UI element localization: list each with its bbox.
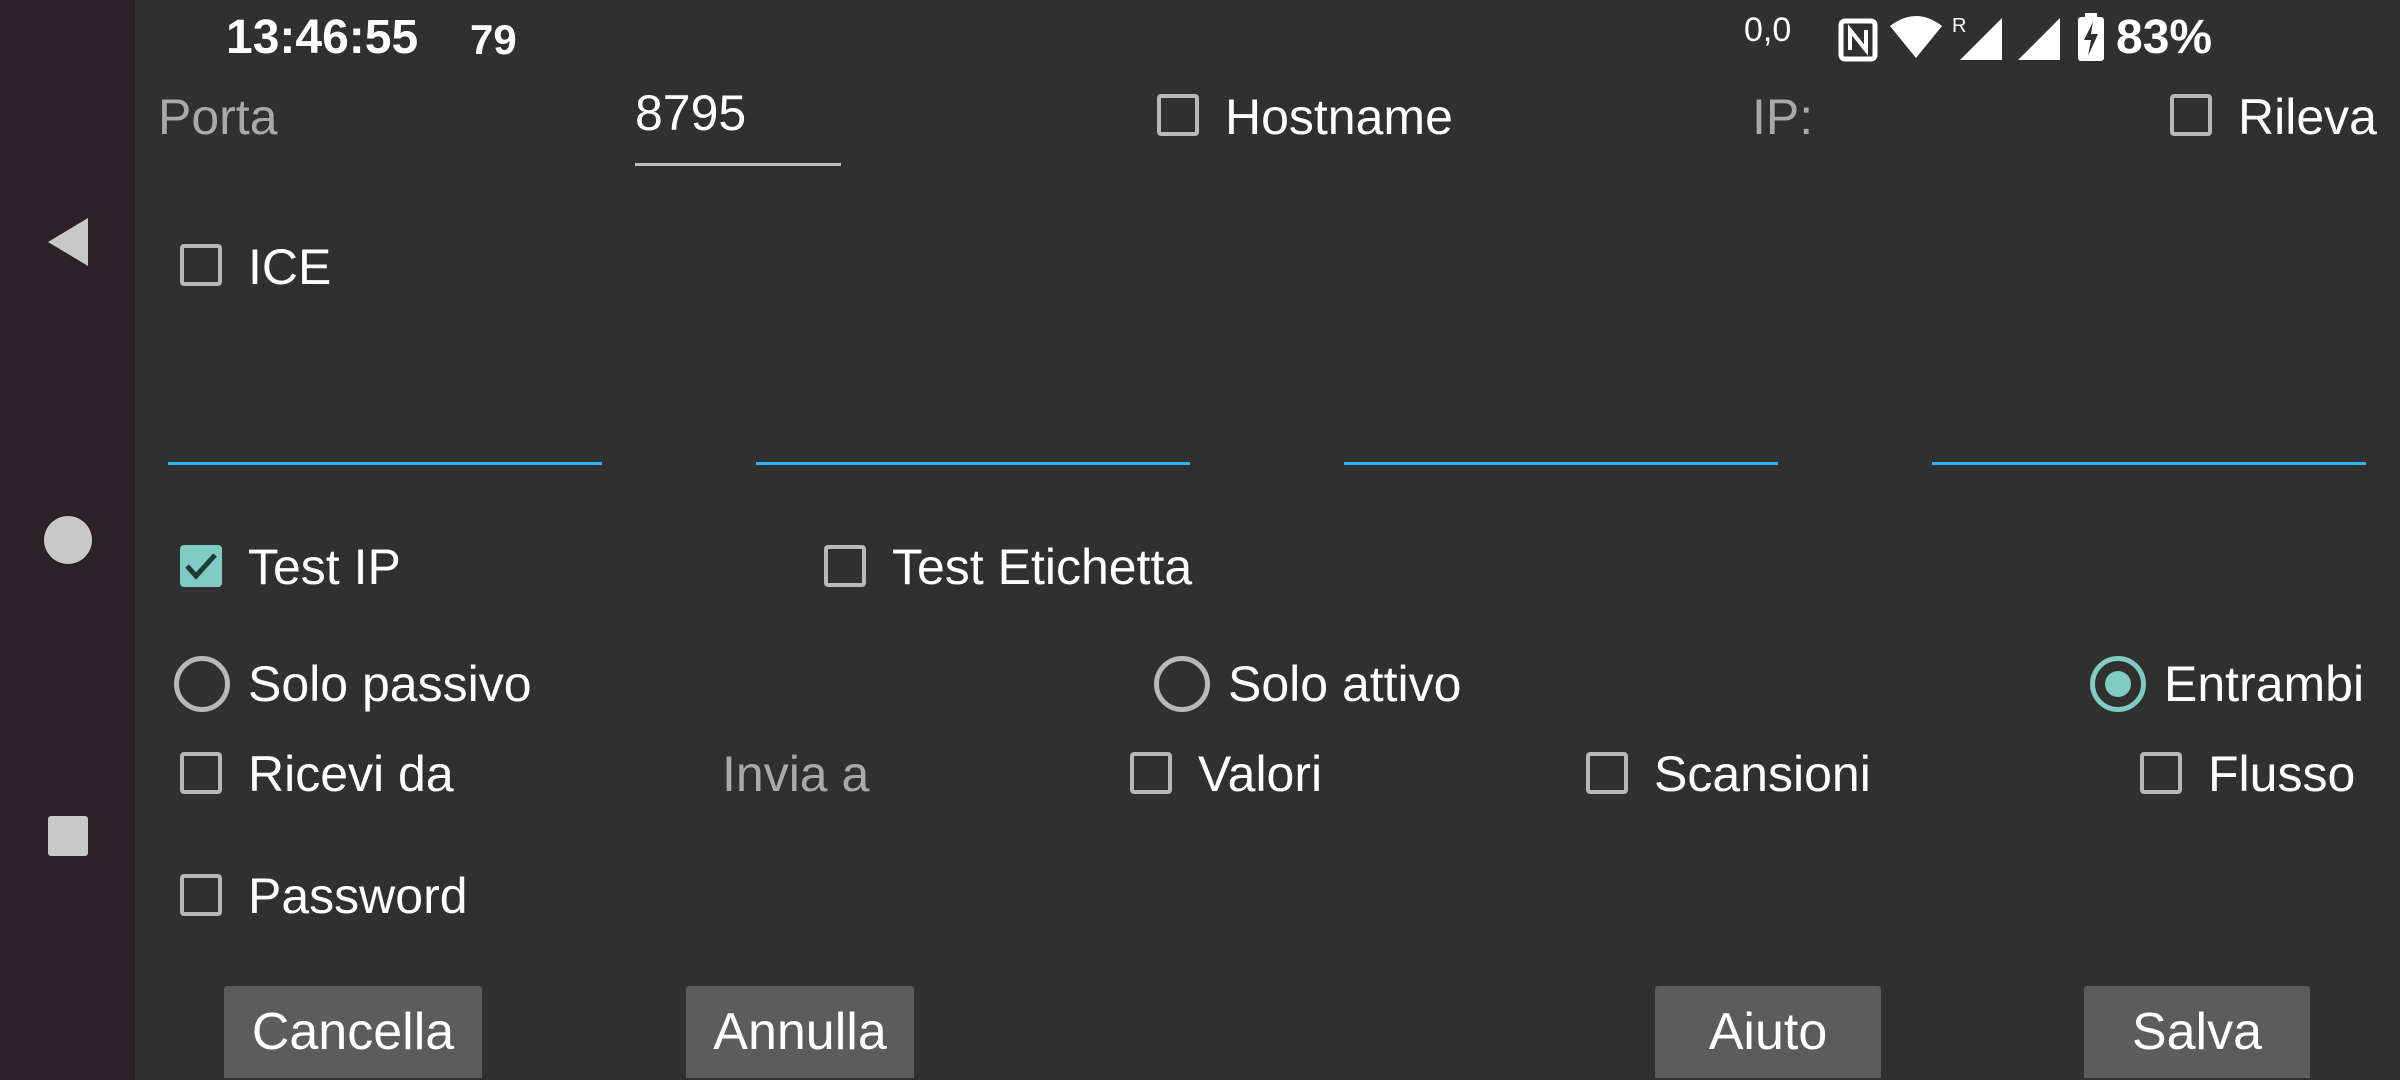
ice-checkbox[interactable] <box>180 244 222 286</box>
scans-checkbox[interactable] <box>1586 752 1628 794</box>
ip-octet-2-input[interactable] <box>756 390 1190 460</box>
send-to-label: Invia a <box>722 746 870 802</box>
battery-charging-icon <box>2076 12 2106 62</box>
delete-button[interactable]: Cancella <box>224 986 482 1078</box>
values-checkbox[interactable] <box>1130 752 1172 794</box>
ip-octet-4-underline <box>1932 462 2366 465</box>
password-checkbox[interactable] <box>180 874 222 916</box>
home-icon[interactable] <box>36 508 100 572</box>
battery-percentage: 83% <box>2116 11 2213 64</box>
signal-icon <box>2010 12 2062 62</box>
detect-label: Rileva <box>2238 89 2377 145</box>
password-label: Password <box>248 868 468 924</box>
ip-octet-4-input[interactable] <box>1932 390 2366 460</box>
save-button[interactable]: Salva <box>2084 986 2310 1078</box>
ip-octet-2-underline <box>756 462 1190 465</box>
test-label-checkbox[interactable] <box>824 545 866 587</box>
stream-label: Flusso <box>2208 746 2356 802</box>
ice-label: ICE <box>248 239 332 295</box>
port-input-underline <box>635 163 841 166</box>
back-icon[interactable] <box>36 210 100 274</box>
hostname-checkbox[interactable] <box>1157 94 1199 136</box>
stream-checkbox[interactable] <box>2140 752 2182 794</box>
wifi-icon <box>1888 14 1944 60</box>
test-label-label: Test Etichetta <box>892 539 1193 595</box>
ip-octet-3-input[interactable] <box>1344 390 1778 460</box>
test-ip-checkbox[interactable] <box>180 545 222 587</box>
port-input[interactable] <box>635 78 841 148</box>
test-ip-label: Test IP <box>248 539 401 595</box>
data-activity-indicator: 0,0 <box>1744 11 1792 49</box>
active-only-label: Solo attivo <box>1228 656 1462 712</box>
cancel-button[interactable]: Annulla <box>686 986 914 1078</box>
notification-count: 79 <box>470 16 517 63</box>
status-time: 13:46:55 <box>226 11 419 64</box>
detect-checkbox[interactable] <box>2170 94 2212 136</box>
navigation-bar <box>0 0 135 1080</box>
passive-only-radio[interactable] <box>174 656 230 712</box>
ip-octet-1-underline <box>168 462 602 465</box>
receive-from-checkbox[interactable] <box>180 752 222 794</box>
passive-only-label: Solo passivo <box>248 656 532 712</box>
signal-roaming-icon: R <box>1952 12 2004 62</box>
hostname-label: Hostname <box>1225 89 1453 145</box>
port-label: Porta <box>158 89 278 145</box>
receive-from-label: Ricevi da <box>248 746 454 802</box>
ip-label: IP: <box>1752 89 1814 145</box>
scans-label: Scansioni <box>1654 746 1871 802</box>
svg-text:R: R <box>1952 15 1966 37</box>
recents-icon[interactable] <box>36 804 100 868</box>
help-button[interactable]: Aiuto <box>1655 986 1881 1078</box>
values-label: Valori <box>1198 746 1323 802</box>
active-only-radio[interactable] <box>1154 656 1210 712</box>
both-radio[interactable] <box>2090 656 2146 712</box>
ip-octet-3-underline <box>1344 462 1778 465</box>
checkmark-icon <box>185 553 217 580</box>
nfc-icon <box>1838 18 1878 62</box>
ip-octet-1-input[interactable] <box>168 390 602 460</box>
both-label: Entrambi <box>2164 656 2365 712</box>
